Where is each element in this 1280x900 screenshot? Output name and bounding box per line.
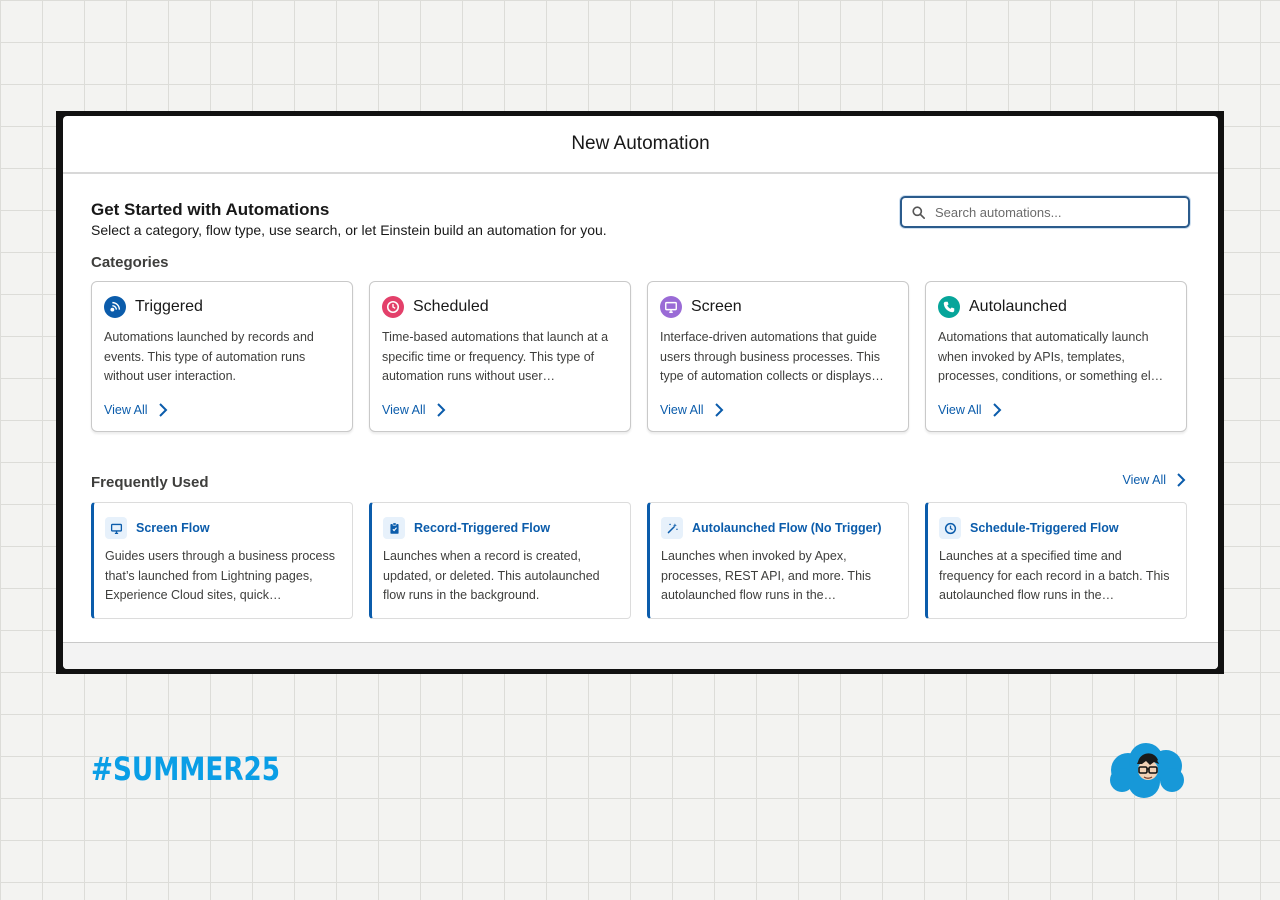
- clipboard-icon: [383, 517, 405, 539]
- categories-label: Categories: [91, 254, 169, 271]
- flow-title: Record-Triggered Flow: [414, 521, 551, 535]
- chevron-right-icon: [1177, 473, 1186, 487]
- category-title: Screen: [691, 298, 742, 315]
- category-title: Triggered: [135, 298, 203, 315]
- category-card-screen[interactable]: Screen Interface-driven automations that…: [647, 281, 909, 432]
- category-view-all-link[interactable]: View All: [104, 403, 168, 417]
- category-view-all-link[interactable]: View All: [938, 403, 1002, 417]
- view-all-label: View All: [104, 403, 148, 417]
- category-title: Autolaunched: [969, 298, 1067, 315]
- flow-title: Autolaunched Flow (No Trigger): [692, 521, 882, 535]
- category-card-autolaunched[interactable]: Autolaunched Automations that automatica…: [925, 281, 1187, 432]
- category-view-all-link[interactable]: View All: [382, 403, 446, 417]
- categories-list: Triggered Automations launched by record…: [91, 281, 1187, 432]
- flow-card-screen-flow[interactable]: Screen Flow Guides users through a busin…: [91, 502, 353, 619]
- flow-card-schedule-triggered[interactable]: Schedule-Triggered Flow Launches at a sp…: [925, 502, 1187, 619]
- category-description: Automations launched by records and even…: [104, 330, 314, 383]
- category-view-all-link[interactable]: View All: [660, 403, 724, 417]
- search-box[interactable]: [900, 196, 1190, 228]
- triggered-icon: [104, 296, 126, 318]
- view-all-label: View All: [1122, 473, 1166, 487]
- flow-card-record-triggered[interactable]: Record-Triggered Flow Launches when a re…: [369, 502, 631, 619]
- magic-wand-icon: [661, 517, 683, 539]
- monitor-icon: [660, 296, 682, 318]
- flow-description: Launches when invoked by Apex, processes…: [661, 549, 872, 602]
- search-input[interactable]: [933, 203, 1177, 221]
- search-icon: [912, 205, 925, 219]
- category-description: Interface-driven automations that guide …: [660, 330, 884, 383]
- category-title: Scheduled: [413, 298, 489, 315]
- chevron-right-icon: [992, 403, 1001, 417]
- hashtag-label: #SUMMER25: [91, 750, 281, 788]
- chevron-right-icon: [158, 403, 167, 417]
- flow-title: Schedule-Triggered Flow: [970, 521, 1119, 535]
- flow-description: Launches when a record is created, updat…: [383, 549, 600, 602]
- page-subheading: Select a category, flow type, use search…: [91, 222, 607, 238]
- flow-description: Guides users through a business process …: [105, 549, 335, 602]
- new-automation-modal: New Automation Get Started with Automati…: [63, 116, 1218, 669]
- modal-body: Get Started with Automations Select a ca…: [63, 174, 1218, 644]
- frequently-used-label: Frequently Used: [91, 474, 209, 491]
- flow-card-autolaunched[interactable]: Autolaunched Flow (No Trigger) Launches …: [647, 502, 909, 619]
- view-all-label: View All: [660, 403, 704, 417]
- flow-title: Screen Flow: [136, 521, 210, 535]
- category-card-triggered[interactable]: Triggered Automations launched by record…: [91, 281, 353, 432]
- clock-icon: [939, 517, 961, 539]
- category-description: Automations that automatically launch wh…: [938, 330, 1164, 383]
- category-card-scheduled[interactable]: Scheduled Time-based automations that la…: [369, 281, 631, 432]
- view-all-label: View All: [938, 403, 982, 417]
- category-description: Time-based automations that launch at a …: [382, 330, 609, 383]
- chevron-right-icon: [436, 403, 445, 417]
- modal-header: New Automation: [63, 116, 1218, 174]
- modal-title: New Automation: [571, 133, 710, 154]
- clock-icon: [382, 296, 404, 318]
- cloud-mascot-logo: [1110, 743, 1184, 798]
- phone-icon: [938, 296, 960, 318]
- modal-footer: [63, 642, 1218, 669]
- frequently-used-view-all-link[interactable]: View All: [1122, 473, 1186, 487]
- page-heading: Get Started with Automations: [91, 200, 330, 219]
- frequently-used-list: Screen Flow Guides users through a busin…: [91, 502, 1187, 619]
- flow-description: Launches at a specified time and frequen…: [939, 549, 1170, 602]
- chevron-right-icon: [714, 403, 723, 417]
- view-all-label: View All: [382, 403, 426, 417]
- monitor-icon: [105, 517, 127, 539]
